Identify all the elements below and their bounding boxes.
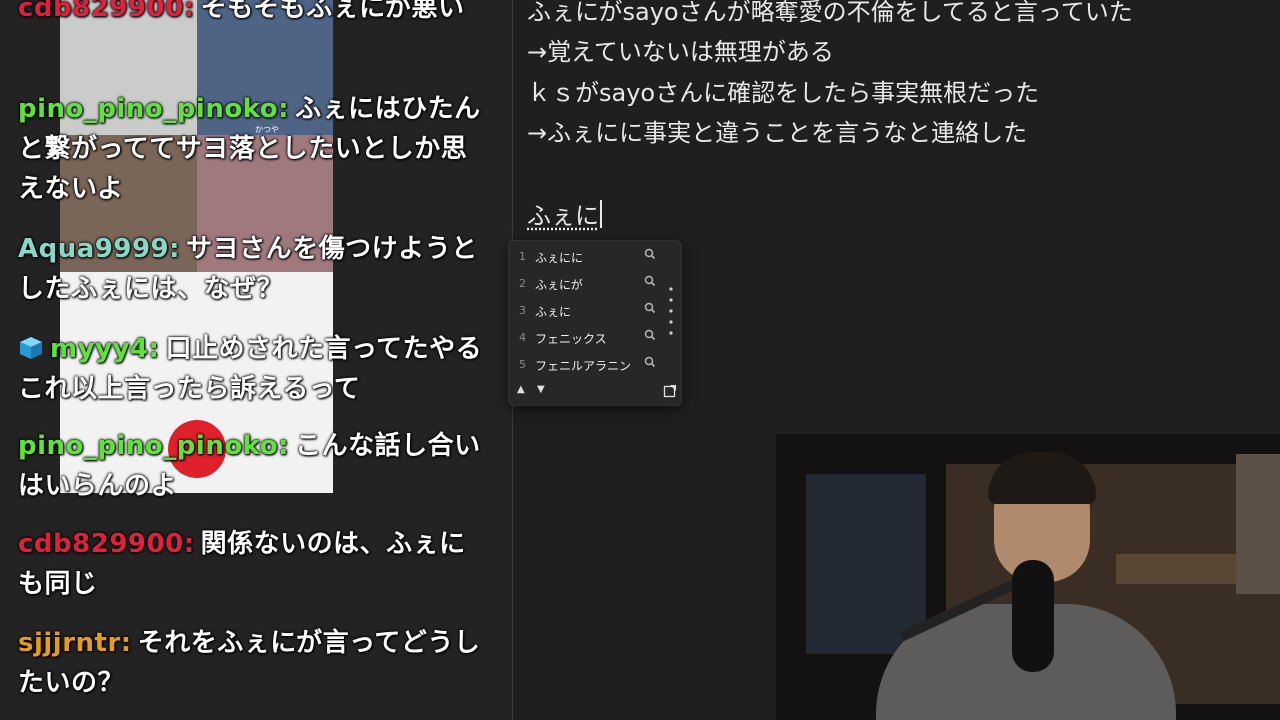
expand-icon[interactable] [663,384,677,398]
chat-username: pino_pino_pinoko [18,94,279,124]
candidate-text: フェニックス [535,332,607,346]
candidate-item[interactable]: 4 フェニックス [509,324,681,351]
chat-message: Aqua9999: サヨさんを傷つけようとしたふぇには、なぜ？ [18,234,478,304]
chat-message: myyy4: 口止めされた言ってたやるこれ以上言ったら訴えるって [18,334,483,404]
microphone [1012,560,1054,672]
ime-candidate-window: 1 ふぇにに 2 ふぇにが 3 ふぇに 4 フェニックス 5 フェニルアラニン … [508,240,682,406]
document-line[interactable]: ｋｓがsayoさんに確認をしたら事実無根だった [527,77,1039,109]
chat-username: Aqua9999 [18,234,170,264]
search-icon[interactable] [643,355,657,369]
chat-username: pino_pino_pinoko [18,431,279,461]
text-caret [600,200,602,228]
candidate-number: 3 [519,304,526,317]
chat-message: sjjjrntr: それをふぇにが言ってどうしたいの？ [18,628,481,698]
candidate-item[interactable]: 3 ふぇに [509,297,681,324]
candidate-text: ふぇにに [535,251,584,265]
chat-message: pino_pino_pinoko: ふぇにはひたんと繋がっててサヨ落としたいとしか… [18,94,481,204]
streamer-hair [988,452,1096,504]
chat-username: cdb829900 [18,0,184,23]
search-icon[interactable] [643,328,657,342]
candidate-text: ふぇにが [535,278,583,292]
next-page-icon[interactable]: ▼ [537,384,545,395]
candidate-number: 5 [519,358,526,371]
more-vertical-icon[interactable] [669,285,673,335]
composition-string: ふぇに [527,202,599,230]
candidate-text: フェニルアラニン [535,359,632,373]
chat-username: sjjjrntr [18,628,121,658]
chat-text: そもそもふぇにが悪い [200,0,465,23]
chat-message: cdb829900: 関係ないのは、ふぇにも同じ [18,529,466,599]
chat-message: pino_pino_pinoko: こんな話し合いはいらんのよ [18,431,481,501]
chat-message: cdb829900: そもそもふぇにが悪い [18,0,488,28]
webcam-feed [776,434,1280,720]
prev-page-icon[interactable]: ▲ [517,384,525,395]
candidate-number: 4 [519,331,526,344]
candidate-item[interactable]: 1 ふぇにに [509,243,681,270]
document-line[interactable]: →ふぇにに事実と違うことを言うなと連絡した [527,117,1027,149]
candidate-text: ふぇに [535,305,572,319]
document-line[interactable]: →覚えていないは無理がある [527,36,834,68]
background-shelf [1116,554,1246,584]
candidate-number: 1 [519,250,526,263]
chat-panel: かつや cdb829900: そもそもふぇにが悪い pino_pino_pinok… [0,0,512,720]
chat-username: myyy4 [50,334,149,364]
background-window-right [1236,454,1280,594]
candidate-number: 2 [519,277,526,290]
search-icon[interactable] [643,274,657,288]
candidate-item[interactable]: 5 フェニルアラニン [509,351,681,378]
ime-composition-text[interactable]: ふぇに [527,200,602,232]
document-line[interactable]: ふぇにがsayoさんが略奪愛の不倫をしてると言っていた [527,0,1133,28]
chat-username: cdb829900 [18,529,184,559]
search-icon[interactable] [643,301,657,315]
candidate-item[interactable]: 2 ふぇにが [509,270,681,297]
search-icon[interactable] [643,247,657,261]
cube-badge-icon [20,337,42,359]
